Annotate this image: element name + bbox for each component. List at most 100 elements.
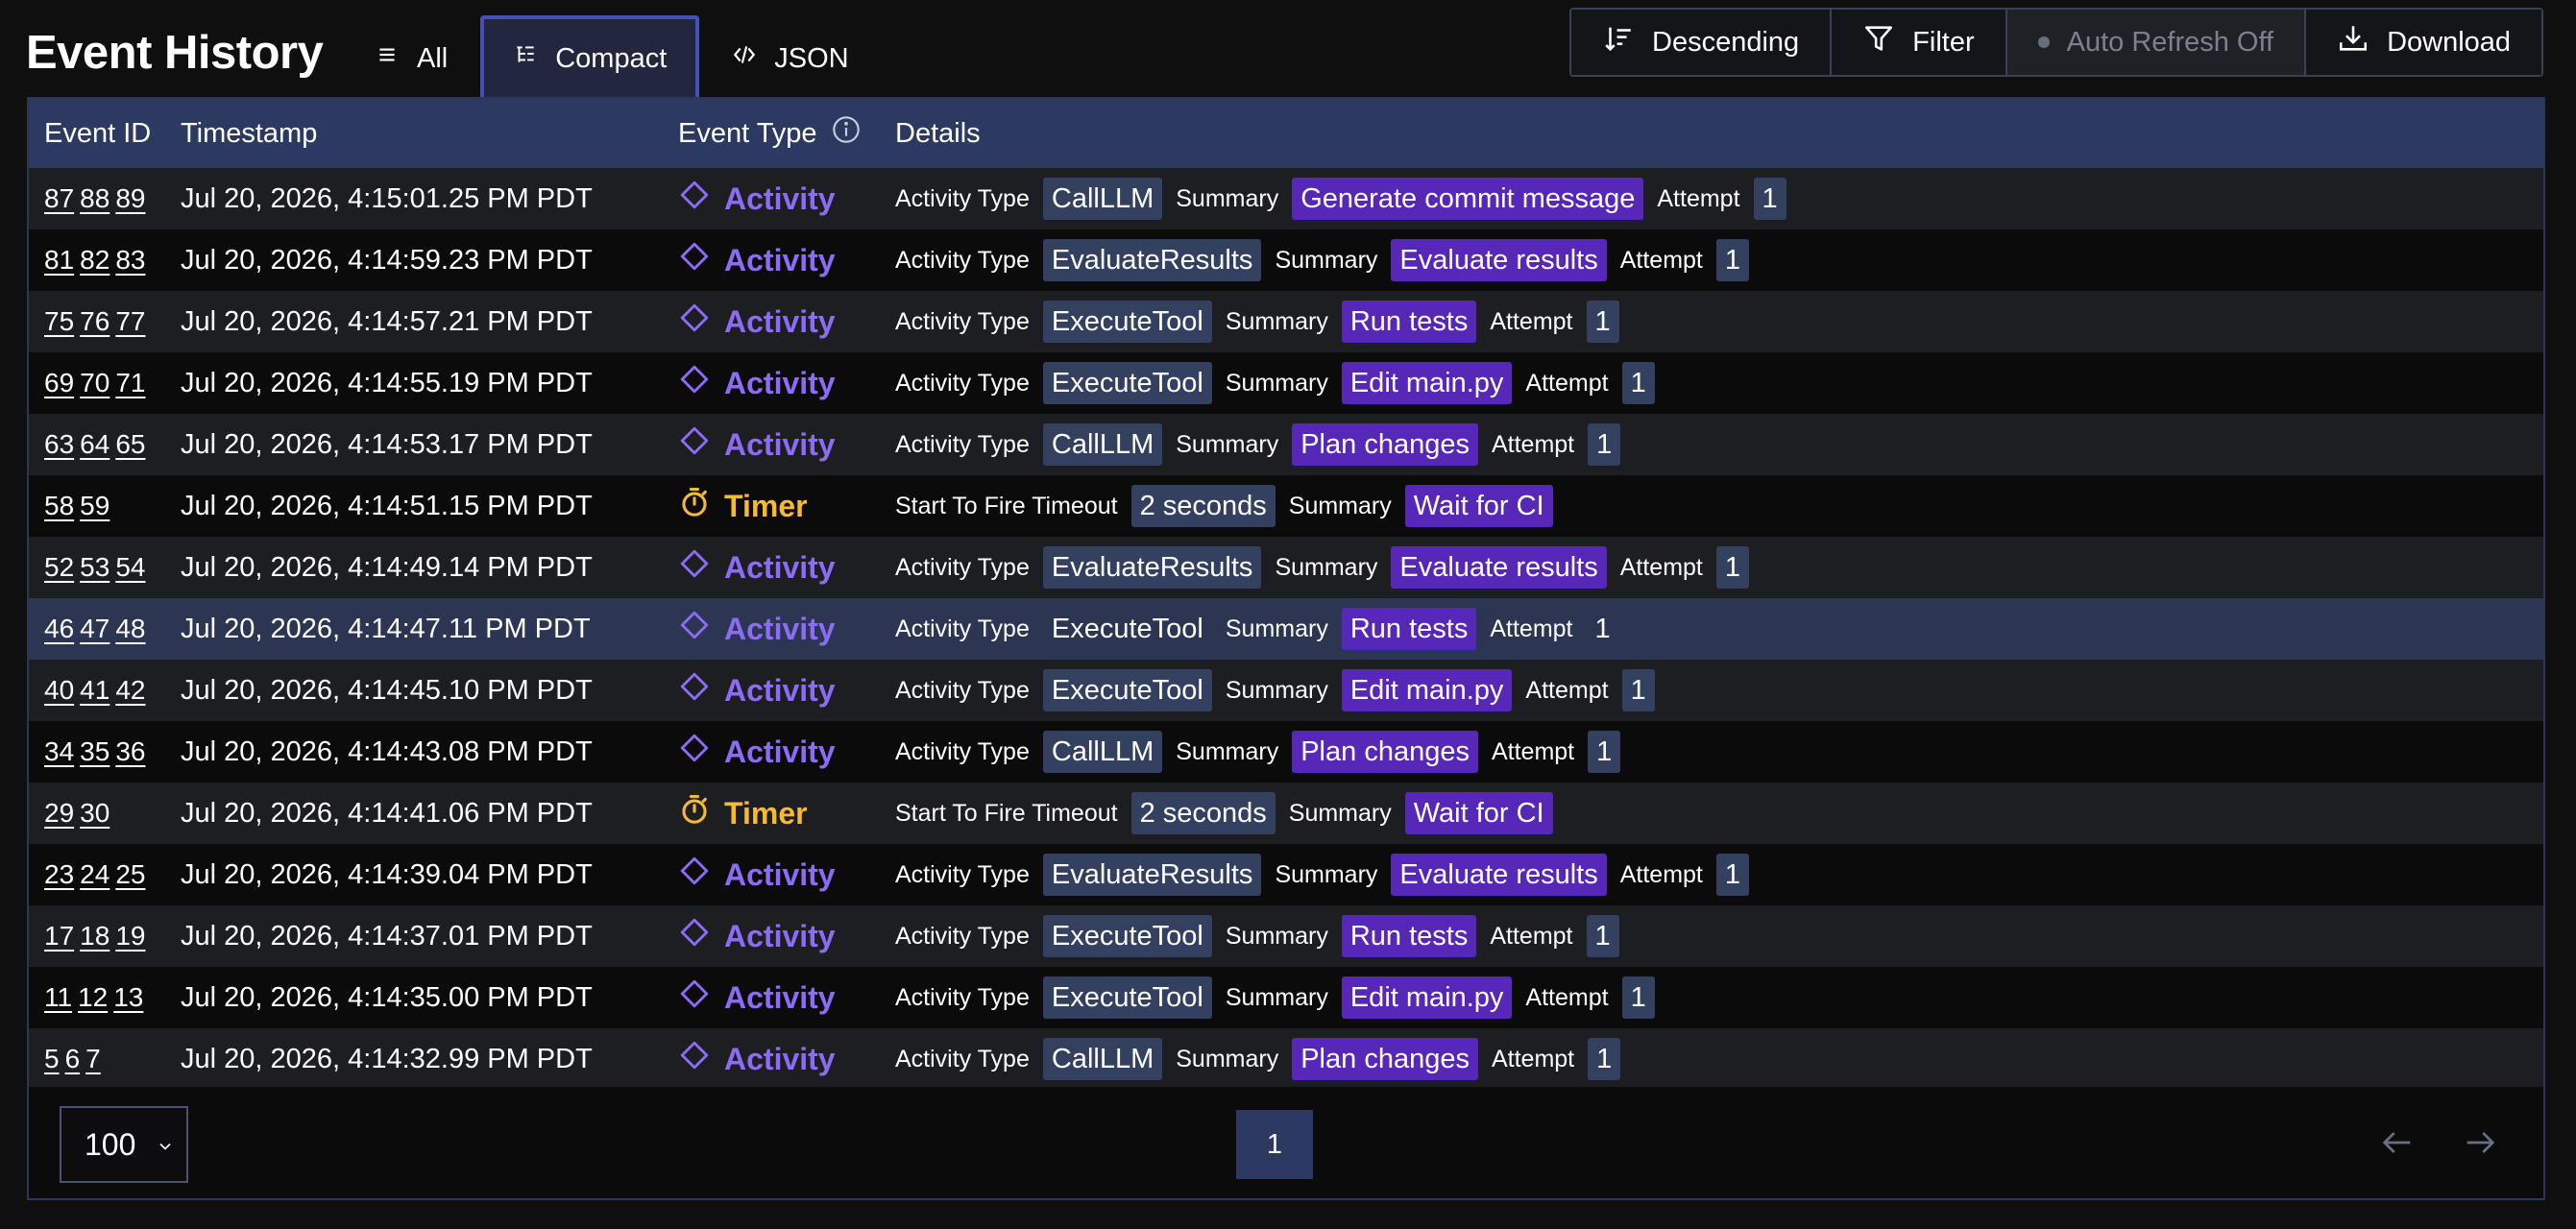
event-id-link[interactable]: 59 — [80, 491, 109, 521]
table-row[interactable]: 81 82 83 Jul 20, 2026, 4:14:59.23 PM PDT Act… — [29, 229, 2543, 291]
tab-all[interactable]: All — [342, 15, 480, 98]
event-details: Activity Type EvaluateResults Summary Evalu… — [895, 229, 1750, 291]
event-id-link[interactable]: 54 — [115, 552, 145, 583]
table-row[interactable]: 11 12 13 Jul 20, 2026, 4:14:35.00 PM PDT Act… — [29, 967, 2543, 1028]
detail-label: Activity Type — [895, 614, 1030, 642]
previous-page-button[interactable] — [2378, 1123, 2417, 1162]
event-id-link[interactable]: 89 — [115, 183, 145, 214]
event-id-link[interactable]: 64 — [80, 429, 109, 460]
table-row[interactable]: 23 24 25 Jul 20, 2026, 4:14:39.04 PM PDT Act… — [29, 844, 2543, 905]
table-row[interactable]: 46 47 48 Jul 20, 2026, 4:14:47.11 PM PDT Act… — [29, 598, 2543, 660]
event-id-link[interactable]: 29 — [44, 798, 74, 829]
event-id-link[interactable]: 35 — [80, 736, 109, 767]
attempt-value: 1 — [1588, 731, 1621, 773]
detail-label: Activity Type — [895, 184, 1030, 212]
activity-type-value: CallLLM — [1042, 423, 1163, 466]
table-row[interactable]: 75 76 77 Jul 20, 2026, 4:14:57.21 PM PDT Act… — [29, 291, 2543, 352]
column-label: Event Type — [678, 117, 817, 149]
sort-button[interactable]: Descending — [1571, 10, 1833, 75]
event-id-link[interactable]: 53 — [80, 552, 109, 583]
event-id-link[interactable]: 40 — [44, 675, 74, 706]
event-id-link[interactable]: 17 — [44, 921, 74, 952]
event-ids: 87 88 89 — [44, 168, 145, 229]
detail-label: Attempt — [1619, 860, 1703, 888]
event-id-link[interactable]: 46 — [44, 614, 74, 644]
page-size-select[interactable]: 100 — [60, 1106, 188, 1183]
tab-json[interactable]: JSON — [699, 15, 881, 98]
table-row[interactable]: 87 88 89 Jul 20, 2026, 4:15:01.25 PM PDT Act… — [29, 168, 2543, 229]
event-id-link[interactable]: 76 — [80, 306, 109, 337]
detail-label: Summary — [1176, 430, 1279, 458]
event-id-link[interactable]: 7 — [85, 1044, 101, 1074]
table-row[interactable]: 34 35 36 Jul 20, 2026, 4:14:43.08 PM PDT Act… — [29, 721, 2543, 783]
event-id-link[interactable]: 70 — [80, 368, 109, 398]
event-id-link[interactable]: 63 — [44, 429, 74, 460]
event-id-link[interactable]: 30 — [80, 798, 109, 829]
activity-diamond-icon — [678, 916, 711, 956]
event-id-link[interactable]: 6 — [65, 1044, 81, 1074]
event-id-link[interactable]: 81 — [44, 245, 74, 276]
tab-compact[interactable]: Compact — [480, 15, 700, 98]
table-row[interactable]: 52 53 54 Jul 20, 2026, 4:14:49.14 PM PDT Act… — [29, 537, 2543, 598]
table-row[interactable]: 29 30 Jul 20, 2026, 4:14:41.06 PM PDT Timer… — [29, 783, 2543, 844]
event-id-link[interactable]: 77 — [115, 306, 145, 337]
event-id-link[interactable]: 87 — [44, 183, 74, 214]
event-id-link[interactable]: 12 — [78, 982, 108, 1013]
event-ids: 567 — [44, 1028, 101, 1090]
page-title: Event History — [26, 27, 324, 79]
table-row[interactable]: 5 6 7 Jul 20, 2026, 4:14:32.99 PM PDT Activi… — [29, 1028, 2543, 1090]
auto-refresh-button[interactable]: Auto Refresh Off — [2006, 10, 2307, 75]
detail-label: Summary — [1176, 184, 1279, 212]
event-id-link[interactable]: 13 — [113, 982, 143, 1013]
detail-label: Start To Fire Timeout — [895, 492, 1118, 519]
event-id-link[interactable]: 42 — [115, 675, 145, 706]
table-row[interactable]: 58 59 Jul 20, 2026, 4:14:51.15 PM PDT Timer… — [29, 475, 2543, 537]
timestamp: Jul 20, 2026, 4:15:01.25 PM PDT — [181, 182, 593, 214]
event-details: Activity Type CallLLM Summary Plan changes A… — [895, 1028, 1621, 1090]
code-icon — [732, 42, 757, 75]
event-id-link[interactable]: 41 — [80, 675, 109, 706]
next-page-button[interactable] — [2461, 1123, 2499, 1162]
event-id-link[interactable]: 58 — [44, 491, 74, 521]
view-tabs: All Compact JSON — [342, 15, 882, 98]
activity-type-value: ExecuteTool — [1042, 362, 1212, 404]
timeout-value: 2 seconds — [1130, 792, 1276, 834]
page-button-current[interactable]: 1 — [1236, 1110, 1313, 1179]
event-id-link[interactable]: 71 — [115, 368, 145, 398]
event-id-link[interactable]: 88 — [80, 183, 109, 214]
timestamp: Jul 20, 2026, 4:14:37.01 PM PDT — [181, 920, 593, 952]
table-row[interactable]: 69 70 71 Jul 20, 2026, 4:14:55.19 PM PDT Act… — [29, 352, 2543, 414]
event-id-link[interactable]: 83 — [115, 245, 145, 276]
column-label: Details — [895, 117, 981, 149]
table-row[interactable]: 40 41 42 Jul 20, 2026, 4:14:45.10 PM PDT Act… — [29, 660, 2543, 721]
compact-list-icon — [513, 42, 538, 75]
event-id-link[interactable]: 5 — [44, 1044, 60, 1074]
activity-diamond-icon — [678, 732, 711, 772]
table-row[interactable]: 17 18 19 Jul 20, 2026, 4:14:37.01 PM PDT Act… — [29, 905, 2543, 967]
event-id-link[interactable]: 82 — [80, 245, 109, 276]
timestamp: Jul 20, 2026, 4:14:57.21 PM PDT — [181, 305, 593, 337]
table-row[interactable]: 63 64 65 Jul 20, 2026, 4:14:53.17 PM PDT Act… — [29, 414, 2543, 475]
event-id-link[interactable]: 11 — [44, 982, 72, 1013]
event-id-link[interactable]: 25 — [115, 859, 145, 890]
filter-button[interactable]: Filter — [1832, 10, 2007, 75]
event-id-link[interactable]: 69 — [44, 368, 74, 398]
download-button[interactable]: Download — [2306, 10, 2542, 75]
event-id-link[interactable]: 47 — [80, 614, 109, 644]
event-id-link[interactable]: 19 — [115, 921, 145, 952]
event-id-link[interactable]: 75 — [44, 306, 74, 337]
event-id-link[interactable]: 52 — [44, 552, 74, 583]
detail-label: Activity Type — [895, 553, 1030, 581]
event-id-link[interactable]: 24 — [80, 859, 109, 890]
event-ids: 81 82 83 — [44, 229, 145, 291]
event-type: Activity — [678, 660, 836, 721]
event-id-link[interactable]: 65 — [115, 429, 145, 460]
event-id-link[interactable]: 23 — [44, 859, 74, 890]
event-id-link[interactable]: 48 — [115, 614, 145, 644]
event-id-link[interactable]: 18 — [80, 921, 109, 952]
event-id-link[interactable]: 36 — [115, 736, 145, 767]
info-icon[interactable] — [831, 114, 862, 153]
activity-diamond-icon — [678, 547, 711, 588]
summary-value: Run tests — [1341, 301, 1477, 343]
event-id-link[interactable]: 34 — [44, 736, 74, 767]
